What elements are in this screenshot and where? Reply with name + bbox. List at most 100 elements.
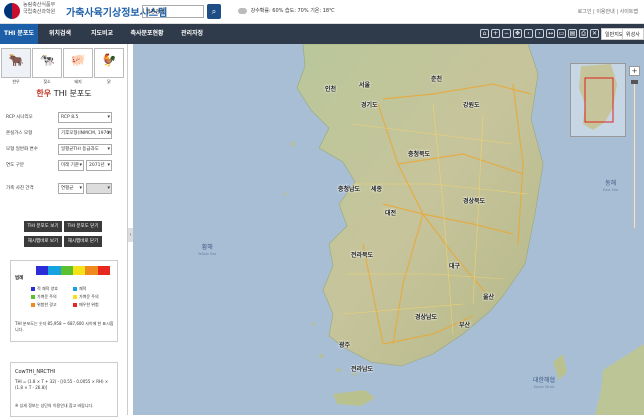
search-icon: ⌕ <box>211 7 217 16</box>
org-line-1: 농림축산식품부 <box>23 2 56 8</box>
precip-value: 60% <box>272 8 284 14</box>
legend-box: 범례 적 쾌적 양호 쾌적 가벼운 주의 가벼운 주의 위험한 경고 매우한 위… <box>10 260 118 342</box>
tab-map-compare[interactable]: 지도비교 <box>82 24 122 44</box>
zoom-in-button[interactable]: + <box>629 66 640 76</box>
temp-label: 기온: <box>310 8 322 14</box>
animal-tab-hanwoo[interactable]: 🐂 한우 <box>1 48 31 84</box>
satellite-button[interactable]: 위성사진 <box>622 28 644 50</box>
formula-expression: THI = (1.8 × T + 32) - [(0.55 - 0.0055 ×… <box>15 379 109 390</box>
animal-tab-chicken[interactable]: 🐓 닭 <box>94 48 124 84</box>
thi-close-button[interactable]: THI 분포도 닫기 <box>64 221 102 232</box>
legend-item: 적 쾌적 양호 <box>31 286 58 292</box>
filter-rcp: RCP 시나리오 RCP 8.5 <box>6 112 126 124</box>
animal-label: 돼지 <box>74 79 82 84</box>
city-label[interactable]: 부산 <box>459 320 470 329</box>
top-links[interactable]: 로그인 | 이용안내 | 사이트맵 <box>578 8 638 15</box>
heatmap-close-button[interactable]: 해시맵바로 닫기 <box>64 236 102 247</box>
legend-item: 위험한 경고 <box>31 302 57 308</box>
animal-tab-pig[interactable]: 🐖 돼지 <box>63 48 93 84</box>
city-label[interactable]: 충청남도 <box>338 184 360 193</box>
interval-select[interactable]: 연평균 <box>58 183 84 194</box>
city-label[interactable]: 강원도 <box>463 100 480 109</box>
zoom-slider[interactable] <box>631 79 638 229</box>
animal-tab-dairy[interactable]: 🐄 젖소 <box>32 48 62 84</box>
sea-label-strait: 대한해협 Korea Strait <box>533 377 555 391</box>
measure-distance-icon[interactable]: ↔ <box>546 29 555 38</box>
city-label[interactable]: 경기도 <box>361 100 378 109</box>
sea-name: 황해 <box>201 244 213 251</box>
humidity-value: 70% <box>297 8 309 14</box>
city-label[interactable]: 전라남도 <box>351 364 373 373</box>
zoom-slider-knob[interactable] <box>631 80 638 84</box>
panel-title-main: THI 분포도 <box>53 89 92 98</box>
filter-label: 연도 구분 <box>6 163 24 168</box>
city-label[interactable]: 울산 <box>483 292 494 301</box>
city-label[interactable]: 경상북도 <box>463 196 485 205</box>
forward-icon[interactable]: › <box>535 29 544 38</box>
legend-colorbar <box>36 266 110 275</box>
korea-map-svg <box>283 44 644 415</box>
save-icon[interactable]: ▤ <box>568 29 577 38</box>
home-icon[interactable]: ⌂ <box>480 29 489 38</box>
city-label[interactable]: 세종 <box>371 184 382 193</box>
legend-text: 쾌적 <box>79 286 87 291</box>
sea-label-east: 동해 East Sea <box>603 180 618 194</box>
map-view[interactable]: 황해 Yellow Sea 동해 East Sea 대한해협 Korea Str… <box>133 44 644 415</box>
minimap-svg <box>579 64 617 130</box>
filter-year: 연도 구분 미래 기준 2071년 <box>6 160 126 172</box>
temp-value: 18℃ <box>322 8 335 14</box>
tab-thi-map[interactable]: THI 분포도 <box>0 24 38 44</box>
measure-area-icon[interactable]: ▭ <box>557 29 566 38</box>
period-select[interactable]: 미래 기준 <box>58 160 84 171</box>
search-input[interactable]: 행정검색 <box>142 5 204 18</box>
heatmap-show-button[interactable]: 해시맵바로 보기 <box>24 236 62 247</box>
filter-interval: 가축 사진 간격 연평균 <box>6 183 126 195</box>
legend-item: 쾌적 <box>73 286 86 292</box>
city-label[interactable]: 대구 <box>449 261 460 270</box>
jeju-island <box>333 390 375 406</box>
sea-sub: Yellow Sea <box>198 252 217 256</box>
zoom-out-icon[interactable]: − <box>502 29 511 38</box>
pig-icon: 🐖 <box>70 53 86 67</box>
dairy-cow-icon: 🐄 <box>39 53 55 67</box>
tab-admin[interactable]: 관리자정 <box>172 24 212 44</box>
model-select[interactable]: 기후모형(INMCM, 1970) <box>58 128 112 139</box>
org-name: 농림축산식품부 국립축산과학원 <box>23 2 55 16</box>
city-label[interactable]: 서울 <box>359 80 370 89</box>
overview-minimap[interactable] <box>570 63 626 137</box>
legend-text: 가벼운 주의 <box>79 294 99 299</box>
legend-text: 적 쾌적 양호 <box>37 286 58 291</box>
chevron-left-icon: ‹ <box>129 232 132 238</box>
formula-box: CowTHI_NRCTHI THI = (1.8 × T + 32) - [(0… <box>10 362 118 417</box>
city-label[interactable]: 춘천 <box>431 74 442 83</box>
top-header: 농림축산식품부 국립축산과학원 가축사육기상정보시스템 행정검색 ⌕ 강수확률:… <box>0 0 644 24</box>
japan-coast <box>595 344 644 415</box>
back-icon[interactable]: ‹ <box>524 29 533 38</box>
legend-item: 가벼운 주의 <box>31 294 57 300</box>
print-icon[interactable]: ⎙ <box>579 29 588 38</box>
animal-label: 젖소 <box>43 79 51 84</box>
legend-text: 매우한 위험 <box>79 302 99 307</box>
legend-color <box>60 266 73 275</box>
tab-barn-status[interactable]: 축사분포현황 <box>124 24 170 44</box>
filter-label: 온실가스 모형 <box>6 131 33 136</box>
variable-select[interactable]: 일평균THI 등급과도 <box>58 144 112 155</box>
search-button[interactable]: ⌕ <box>207 4 221 19</box>
city-label[interactable]: 광주 <box>339 340 350 349</box>
legend-item: 가벼운 주의 <box>73 294 99 300</box>
interval-sub-select[interactable] <box>86 183 112 194</box>
city-label[interactable]: 전라북도 <box>351 250 373 259</box>
year-select[interactable]: 2071년 <box>86 160 112 171</box>
city-label[interactable]: 대전 <box>385 208 396 217</box>
tab-location-search[interactable]: 위치검색 <box>40 24 80 44</box>
clear-icon[interactable]: ✕ <box>590 29 599 38</box>
legend-color <box>36 266 49 275</box>
city-label[interactable]: 인천 <box>325 84 336 93</box>
rcp-select[interactable]: RCP 8.5 <box>58 112 112 123</box>
city-label[interactable]: 경상남도 <box>415 312 437 321</box>
zoom-in-icon[interactable]: + <box>491 29 500 38</box>
pan-icon[interactable]: ✥ <box>513 29 522 38</box>
legend-note: THI 분포도는 숫자 85,958 ~ 687,600 사이에 한 표시합니다… <box>15 321 114 332</box>
thi-show-button[interactable]: THI 분포도 보기 <box>24 221 62 232</box>
city-label[interactable]: 충청북도 <box>408 149 430 158</box>
